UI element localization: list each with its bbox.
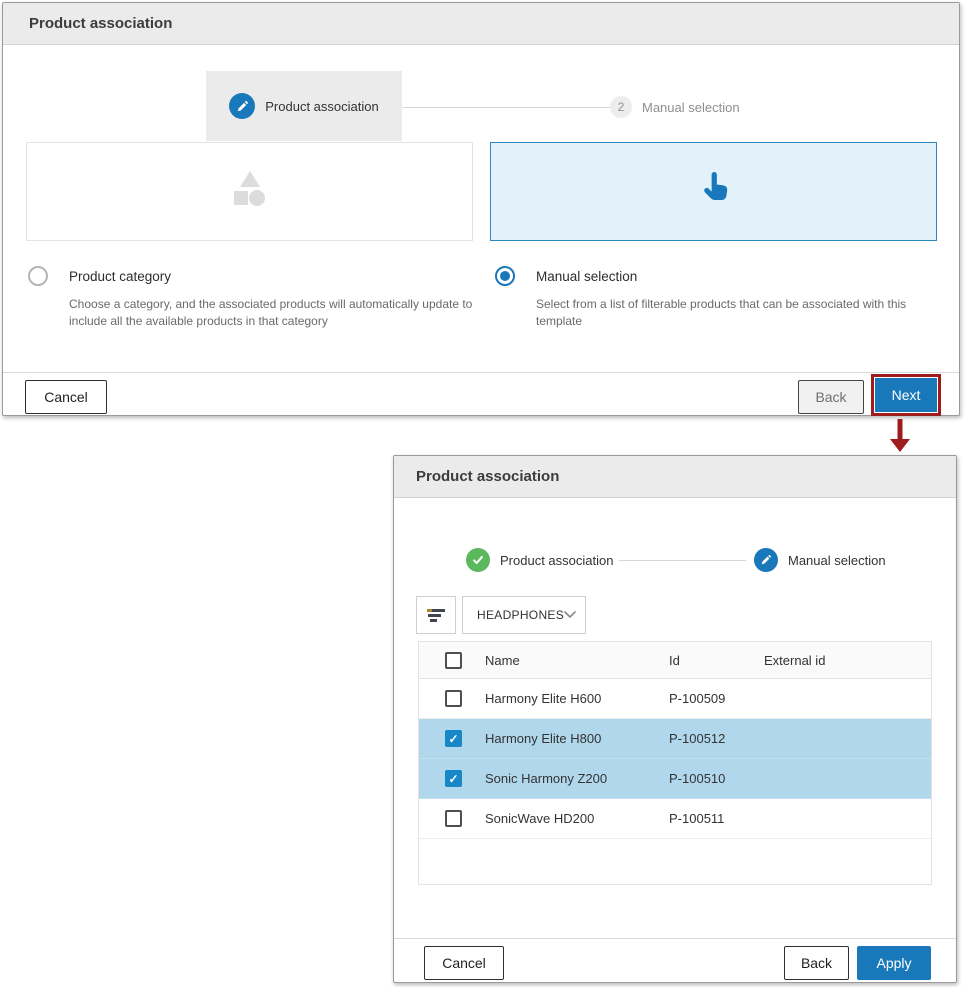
next-button[interactable]: Next [875, 378, 937, 412]
product-id: P-100512 [669, 731, 742, 746]
cancel-button[interactable]: Cancel [424, 946, 504, 980]
row-checkbox[interactable]: ✓ [445, 770, 462, 787]
table-body: Harmony Elite H600 P-100509 ✓ Harmony El… [419, 679, 931, 839]
table-row[interactable]: Harmony Elite H600 P-100509 [419, 679, 931, 719]
option-description: Select from a list of filterable product… [536, 296, 936, 330]
stepper-step-manual-selection-active[interactable]: Manual selection [754, 548, 886, 572]
option-description: Choose a category, and the associated pr… [69, 296, 501, 330]
category-dropdown[interactable]: HEADPHONES [462, 596, 586, 634]
table-header-row: Name Id External id [419, 642, 931, 679]
hand-pointer-icon [695, 170, 733, 213]
dialog-title: Product association [3, 3, 959, 45]
column-header-name: Name [485, 653, 647, 668]
apply-button[interactable]: Apply [857, 946, 931, 980]
annotation-arrow [890, 419, 910, 458]
step-label: Product association [265, 99, 378, 114]
footer-divider [3, 372, 959, 373]
option-label: Manual selection [536, 269, 637, 284]
table-row[interactable]: ✓ Harmony Elite H800 P-100512 [419, 719, 931, 759]
stepper-step-manual-selection[interactable]: 2 Manual selection [610, 96, 740, 118]
product-name: Harmony Elite H800 [485, 731, 647, 746]
filter-button[interactable] [416, 596, 456, 634]
pencil-icon [229, 93, 255, 119]
table-row[interactable]: ✓ Sonic Harmony Z200 P-100510 [419, 759, 931, 799]
product-name: SonicWave HD200 [485, 811, 647, 826]
step-label: Manual selection [788, 553, 886, 568]
step-number-badge: 2 [610, 96, 632, 118]
footer-divider [394, 938, 956, 939]
product-id: P-100511 [669, 811, 742, 826]
product-association-dialog-step2: Product association Product association … [393, 455, 957, 983]
cancel-button[interactable]: Cancel [25, 380, 107, 414]
option-label: Product category [69, 269, 171, 284]
shapes-icon [228, 169, 272, 214]
annotation-highlight: Next [871, 374, 941, 416]
stepper-connector [619, 560, 746, 561]
row-checkbox[interactable]: ✓ [445, 730, 462, 747]
manual-selection-radio[interactable] [495, 266, 515, 286]
row-checkbox[interactable] [445, 810, 462, 827]
product-name: Harmony Elite H600 [485, 691, 647, 706]
product-name: Sonic Harmony Z200 [485, 771, 647, 786]
stepper-step-product-association[interactable]: Product association [206, 71, 402, 141]
dialog-title: Product association [394, 456, 956, 498]
manual-selection-card[interactable] [490, 142, 937, 241]
back-button[interactable]: Back [798, 380, 864, 414]
product-association-dialog-step1: Product association Product association … [2, 2, 960, 416]
product-category-card[interactable] [26, 142, 473, 241]
check-circle-icon [466, 548, 490, 572]
product-table: Name Id External id Harmony Elite H600 P… [418, 641, 932, 885]
filter-icon [427, 609, 445, 612]
column-header-id: Id [669, 653, 742, 668]
step-label: Manual selection [642, 100, 740, 115]
pencil-icon [754, 548, 778, 572]
column-header-external-id: External id [764, 653, 931, 668]
stepper-step-product-association-done[interactable]: Product association [466, 548, 613, 572]
stepper-connector [402, 107, 610, 108]
dropdown-selected-value: HEADPHONES [477, 608, 564, 622]
select-all-checkbox[interactable] [445, 652, 462, 669]
product-category-radio[interactable] [28, 266, 48, 286]
product-id: P-100510 [669, 771, 742, 786]
table-row[interactable]: SonicWave HD200 P-100511 [419, 799, 931, 839]
chevron-down-icon [564, 606, 576, 624]
row-checkbox[interactable] [445, 690, 462, 707]
product-id: P-100509 [669, 691, 742, 706]
step-label: Product association [500, 553, 613, 568]
back-button[interactable]: Back [784, 946, 849, 980]
